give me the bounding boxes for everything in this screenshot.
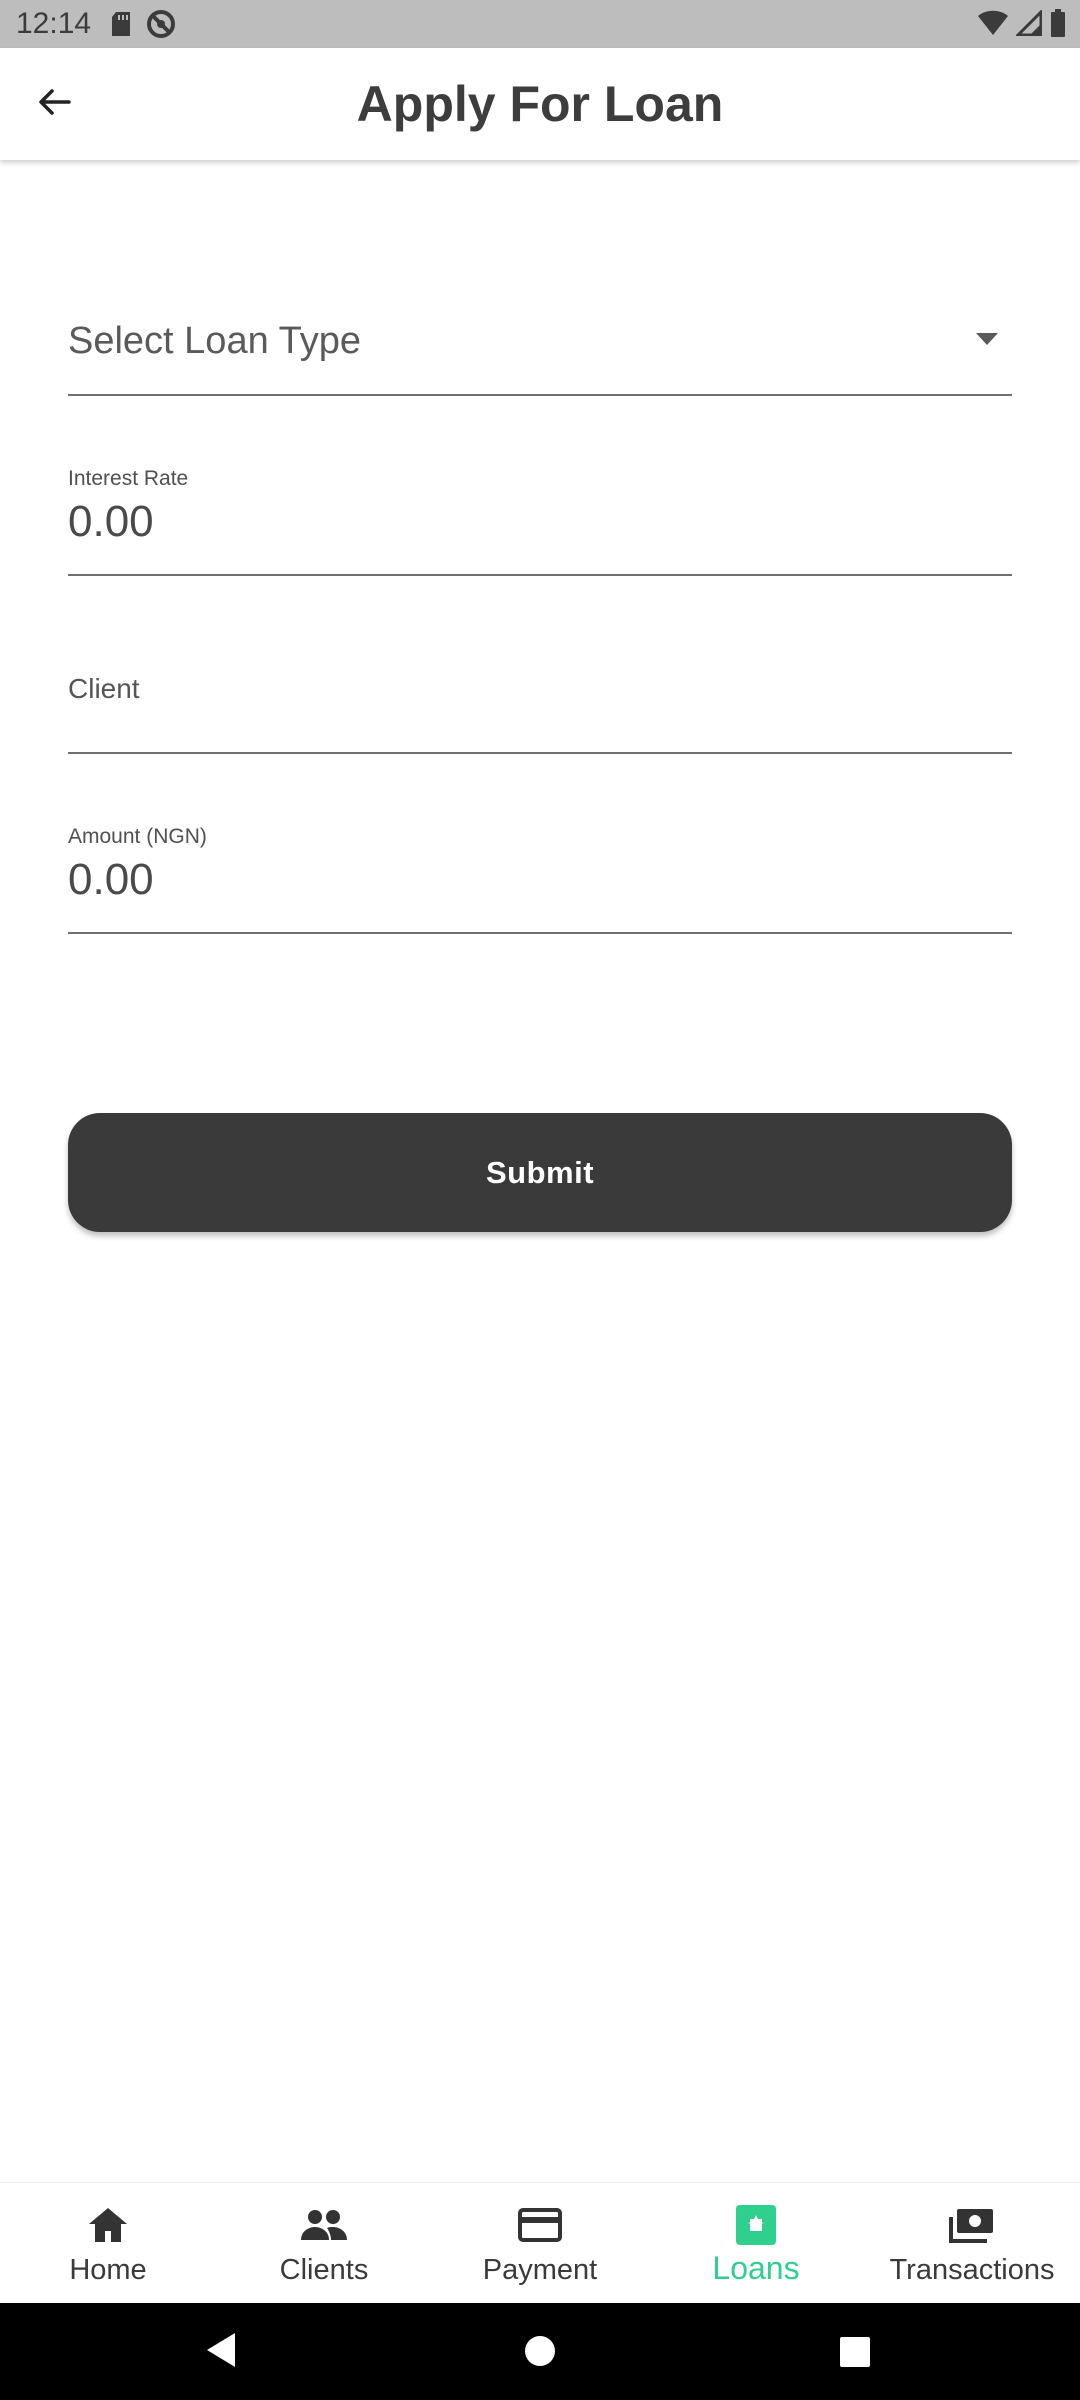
dropdown-arrow-icon: [976, 332, 998, 350]
loan-type-placeholder: Select Loan Type: [68, 320, 361, 362]
nav-item-loans[interactable]: Loans: [648, 2183, 864, 2303]
status-time: 12:14: [16, 7, 92, 40]
page-title: Apply For Loan: [356, 76, 724, 132]
interest-rate-label: Interest Rate: [68, 467, 189, 490]
wifi-icon: [978, 10, 1008, 36]
client-field[interactable]: Client: [68, 650, 1012, 754]
nav-label-loans: Loans: [712, 2250, 800, 2286]
system-back-icon[interactable]: [205, 2331, 237, 2374]
credit-card-icon: [518, 2205, 562, 2245]
money-icon: [949, 2205, 995, 2245]
status-bar: 12:14: [0, 0, 1080, 48]
bottom-nav: Home Clients Payment Loans Transactions: [0, 2182, 1080, 2303]
interest-rate-field[interactable]: Interest Rate 0.00: [68, 466, 1012, 576]
nav-item-payment[interactable]: Payment: [432, 2183, 648, 2303]
do-not-disturb-icon: [146, 9, 176, 39]
amount-field[interactable]: Amount (NGN) 0.00: [68, 824, 1012, 934]
signal-icon: [1016, 10, 1042, 36]
system-nav-bar: [0, 2303, 1080, 2400]
client-label: Client: [68, 673, 140, 704]
nav-item-home[interactable]: Home: [0, 2183, 216, 2303]
system-home-icon[interactable]: [525, 2336, 555, 2371]
submit-button[interactable]: Submit: [68, 1113, 1012, 1232]
loans-icon: [736, 2205, 776, 2245]
interest-rate-value: 0.00: [68, 497, 154, 546]
nav-label-home: Home: [69, 2254, 147, 2286]
nav-item-clients[interactable]: Clients: [216, 2183, 432, 2303]
nav-label-transactions: Transactions: [889, 2254, 1055, 2286]
amount-label: Amount (NGN): [68, 825, 207, 848]
sd-card-icon: [110, 11, 132, 37]
nav-label-payment: Payment: [482, 2254, 598, 2286]
nav-label-clients: Clients: [279, 2254, 369, 2286]
system-recents-icon[interactable]: [840, 2337, 870, 2372]
loan-type-dropdown[interactable]: Select Loan Type: [68, 290, 1012, 396]
battery-icon: [1050, 9, 1066, 37]
home-icon: [87, 2205, 129, 2245]
status-left-icons: [110, 9, 176, 39]
nav-item-transactions[interactable]: Transactions: [864, 2183, 1080, 2303]
amount-value: 0.00: [68, 855, 154, 904]
app-bar: Apply For Loan: [0, 48, 1080, 160]
status-right-icons: [978, 9, 1066, 37]
people-icon: [300, 2205, 348, 2245]
